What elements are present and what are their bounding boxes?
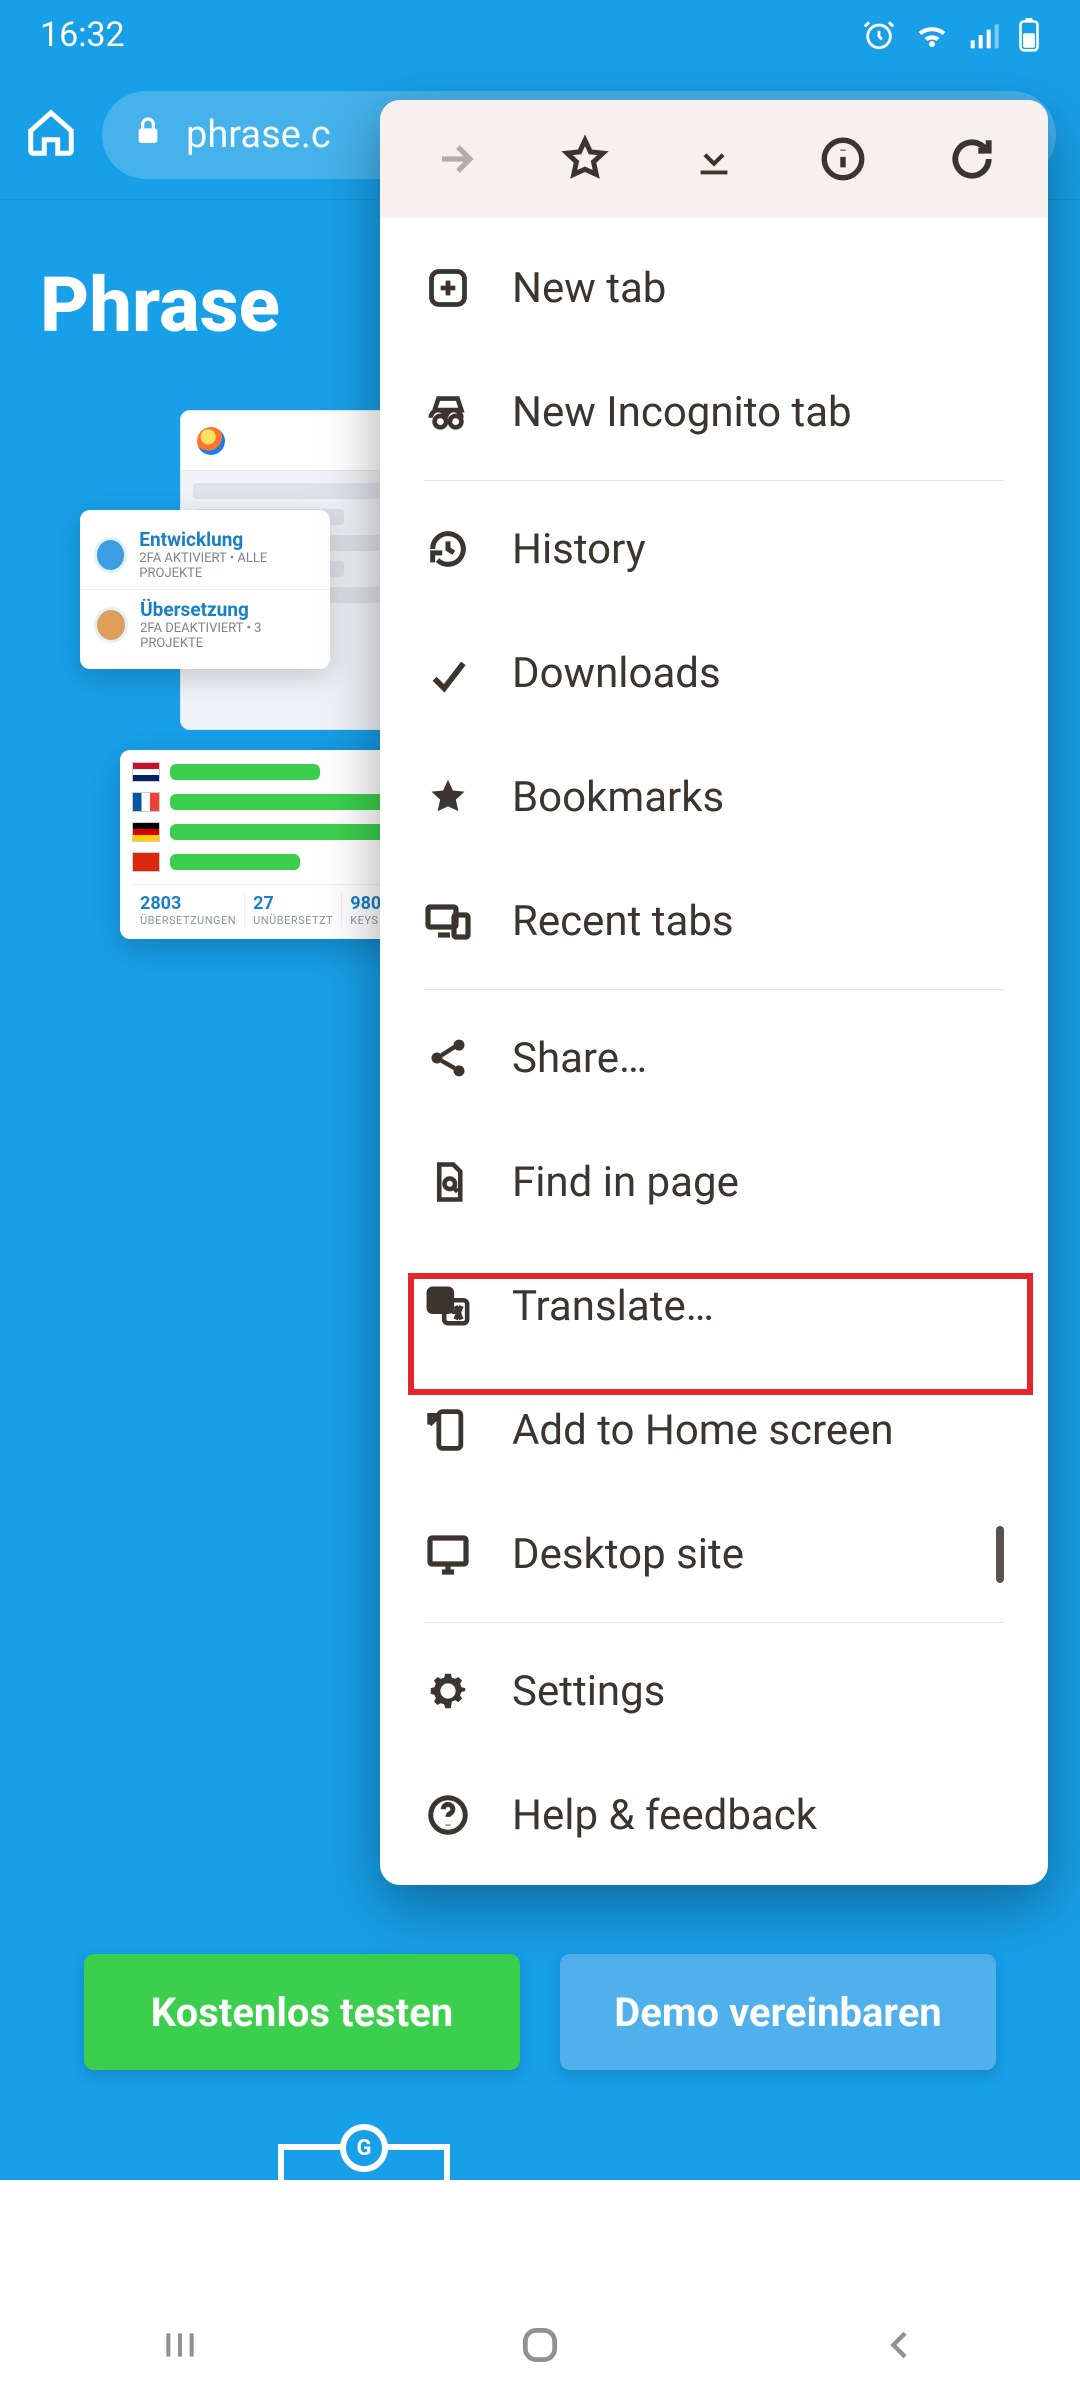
recents-icon[interactable] (155, 2320, 205, 2370)
card-sub: 2FA AKTIVIERT • ALLE PROJEKTE (139, 551, 316, 581)
download-icon[interactable] (689, 134, 739, 184)
menu-history[interactable]: History (380, 487, 1048, 611)
browser-overflow-menu: New tab New Incognito tab History Downlo… (380, 100, 1048, 1885)
stat-value: 2803 (140, 893, 236, 914)
cta-row: Kostenlos testen Demo vereinbaren (0, 1954, 1080, 2070)
menu-incognito[interactable]: New Incognito tab (380, 350, 1048, 474)
bookmark-star-icon (424, 773, 472, 821)
menu-label: New tab (512, 264, 666, 313)
desktop-icon (424, 1530, 472, 1578)
history-icon (424, 525, 472, 573)
stat-value: 27 (253, 893, 333, 914)
user-cards: Entwicklung 2FA AKTIVIERT • ALLE PROJEKT… (80, 510, 330, 669)
status-tray (862, 17, 1040, 53)
menu-label: Add to Home screen (512, 1406, 894, 1455)
url-text: phrase.c (186, 113, 331, 157)
menu-label: History (512, 525, 646, 574)
menu-find-in-page[interactable]: Find in page (380, 1120, 1048, 1244)
plus-box-icon (424, 264, 472, 312)
menu-downloads[interactable]: Downloads (380, 611, 1048, 735)
flag-de-icon (132, 822, 160, 842)
stat-label: UNÜBERSETZT (253, 914, 333, 927)
gear-icon (424, 1667, 472, 1715)
signal-icon (968, 19, 1000, 51)
avatar (94, 537, 127, 573)
battery-icon (1018, 18, 1040, 52)
try-free-button[interactable]: Kostenlos testen (84, 1954, 520, 2070)
flag-cn-icon (132, 852, 160, 872)
share-icon (424, 1034, 472, 1082)
menu-new-tab[interactable]: New tab (380, 226, 1048, 350)
menu-share[interactable]: Share… (380, 996, 1048, 1120)
android-nav-bar (0, 2290, 1080, 2400)
card-title: Entwicklung (139, 528, 316, 551)
status-bar: 16:32 (0, 0, 1080, 70)
desktop-site-checkbox[interactable] (996, 1530, 1004, 1579)
menu-recent-tabs[interactable]: Recent tabs (380, 859, 1048, 983)
book-demo-button[interactable]: Demo vereinbaren (560, 1954, 996, 2070)
translate-icon: G (424, 1282, 472, 1330)
menu-label: Share… (512, 1034, 647, 1083)
home-icon[interactable] (24, 106, 78, 164)
star-icon[interactable] (560, 134, 610, 184)
menu-label: Settings (512, 1667, 665, 1716)
menu-action-row (380, 100, 1048, 218)
avatar (94, 607, 128, 643)
card-sub: 2FA DEAKTIVIERT • 3 PROJEKTE (140, 621, 316, 651)
home-nav-icon[interactable] (515, 2320, 565, 2370)
card-title: Übersetzung (140, 598, 316, 621)
menu-settings[interactable]: Settings (380, 1629, 1048, 1753)
menu-desktop-site[interactable]: Desktop site (380, 1492, 1048, 1616)
menu-label: Find in page (512, 1158, 739, 1207)
menu-add-home[interactable]: Add to Home screen (380, 1368, 1048, 1492)
menu-label: Help & feedback (512, 1791, 817, 1840)
status-time: 16:32 (40, 15, 125, 55)
stat-label: ÜBERSETZUNGEN (140, 914, 236, 927)
devices-icon (424, 897, 472, 945)
refresh-icon[interactable] (947, 134, 997, 184)
menu-label: Bookmarks (512, 773, 724, 822)
wifi-icon (914, 17, 950, 53)
flag-fr-icon (132, 792, 160, 812)
flag-uk-icon (132, 762, 160, 782)
menu-label: Translate… (512, 1282, 714, 1331)
find-in-page-icon (424, 1158, 472, 1206)
menu-label: Recent tabs (512, 897, 734, 946)
forward-icon[interactable] (431, 134, 481, 184)
menu-label: Desktop site (512, 1530, 744, 1579)
add-home-icon (424, 1406, 472, 1454)
downloads-icon (424, 649, 472, 697)
lock-icon (132, 113, 164, 157)
info-icon[interactable] (818, 134, 868, 184)
alarm-icon (862, 18, 896, 52)
menu-label: Downloads (512, 649, 721, 698)
parrot-icon (197, 427, 225, 455)
help-icon (424, 1791, 472, 1839)
menu-bookmarks[interactable]: Bookmarks (380, 735, 1048, 859)
menu-label: New Incognito tab (512, 388, 852, 437)
menu-help[interactable]: Help & feedback (380, 1753, 1048, 1877)
menu-translate[interactable]: G Translate… (380, 1244, 1048, 1368)
incognito-icon (424, 388, 472, 436)
back-nav-icon[interactable] (875, 2320, 925, 2370)
